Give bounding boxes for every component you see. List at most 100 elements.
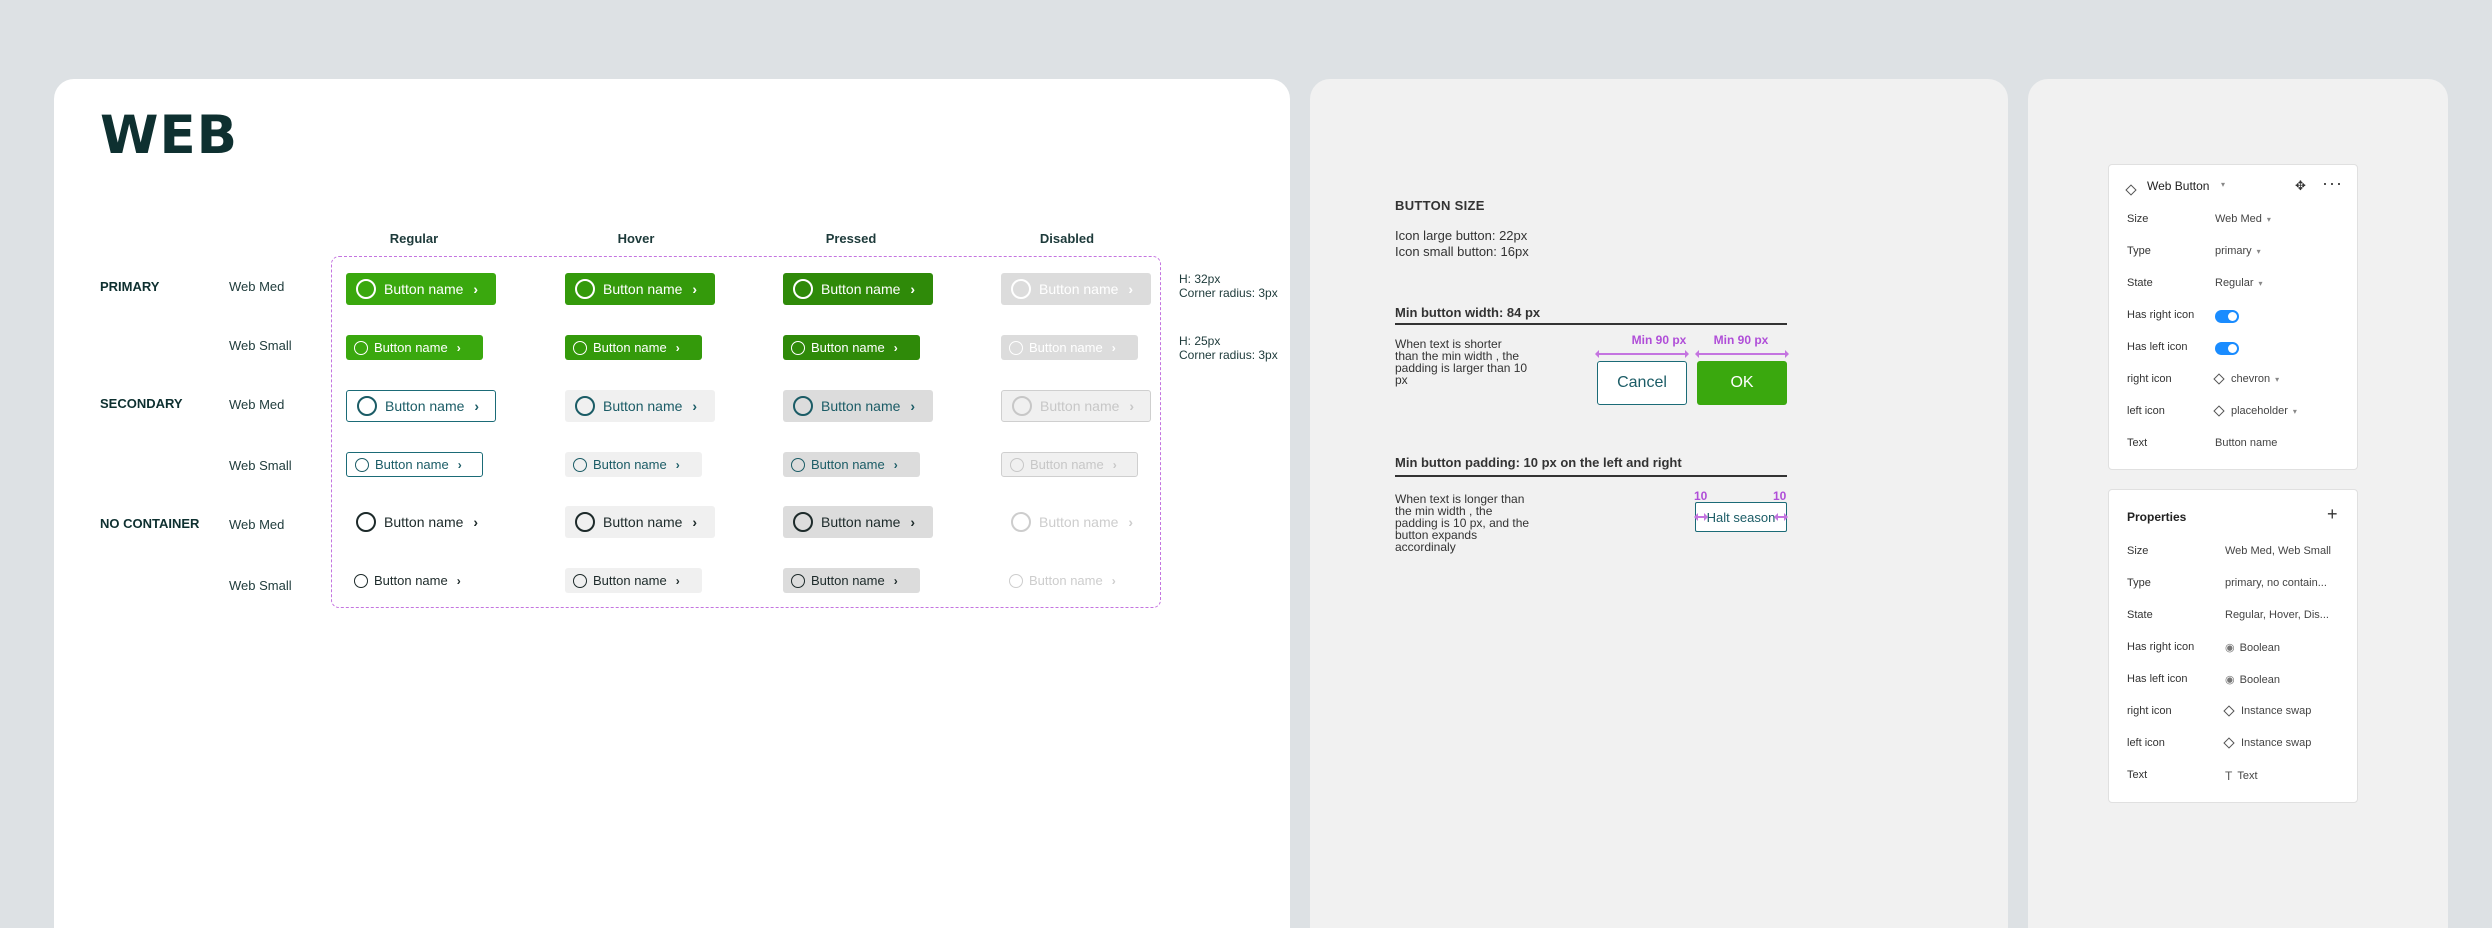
cancel-button[interactable]: Cancel [1597, 361, 1687, 405]
component-name[interactable]: Web Button [2147, 179, 2209, 193]
min-width-label: Min 90 px [1713, 333, 1769, 347]
component-icon [2213, 373, 2225, 385]
button-label: Button name [603, 281, 683, 297]
nocontainer-small-regular-button[interactable]: Button name › [346, 568, 483, 593]
button-label: Button name [603, 514, 683, 530]
toggle-switch[interactable] [2215, 310, 2239, 323]
secondary-med-regular-button[interactable]: Button name › [346, 390, 496, 422]
eye-icon: ◉ [2225, 674, 2235, 686]
chevron-right-icon: › [1129, 398, 1135, 414]
chevron-down-icon: ▾ [2256, 246, 2261, 256]
secondary-small-pressed-button[interactable]: Button name › [783, 452, 920, 477]
primary-small-pressed-button[interactable]: Button name › [783, 335, 920, 360]
primary-med-regular-button[interactable]: Button name › [346, 273, 496, 305]
primary-small-hover-button[interactable]: Button name › [565, 335, 702, 360]
prop-value[interactable]: Regular, Hover, Dis... [2225, 609, 2329, 621]
go-to-main-component-icon[interactable]: ✥ [2295, 178, 2306, 194]
chevron-right-icon: › [1128, 281, 1134, 297]
state-select[interactable]: Regular ▾ [2215, 277, 2263, 289]
prop-label: Text [2127, 769, 2148, 781]
placeholder-icon [793, 512, 813, 532]
min-padding-description: When text is longer than the min width ,… [1395, 493, 1529, 553]
prop-label: Type [2127, 577, 2151, 589]
secondary-small-disabled-button: Button name › [1001, 452, 1138, 477]
placeholder-icon [573, 340, 587, 355]
button-label: Button name [1030, 457, 1104, 472]
button-label: Button name [384, 281, 464, 297]
prop-label: right icon [2127, 705, 2172, 717]
add-property-icon[interactable]: + [2327, 504, 2338, 525]
button-label: Button name [1039, 514, 1119, 530]
chevron-right-icon: › [675, 340, 680, 355]
chevron-down-icon[interactable]: ▾ [2221, 180, 2225, 189]
ok-button[interactable]: OK [1697, 361, 1787, 405]
placeholder-icon [1009, 573, 1023, 588]
toggle-switch[interactable] [2215, 342, 2239, 355]
placeholder-icon [575, 279, 595, 299]
med-height-note: H: 32px [1179, 272, 1221, 286]
prop-value[interactable]: Instance swap [2223, 705, 2311, 717]
small-height-note: H: 25px [1179, 334, 1221, 348]
button-label: Button name [811, 573, 885, 588]
value-text: Boolean [2239, 641, 2280, 654]
desc-line: padding is larger than 10 [1395, 361, 1528, 375]
type-select[interactable]: primary ▾ [2215, 245, 2261, 257]
value-text: Boolean [2239, 673, 2280, 686]
prop-value[interactable]: Instance swap [2223, 737, 2311, 749]
nocontainer-med-regular-button[interactable]: Button name › [346, 506, 496, 538]
column-header-disabled: Disabled [1039, 231, 1095, 246]
prop-value[interactable]: Web Med, Web Small [2225, 545, 2331, 557]
chevron-right-icon: › [910, 398, 916, 414]
row-size-label: Web Small [229, 578, 292, 593]
primary-med-pressed-button[interactable]: Button name › [783, 273, 933, 305]
right-icon-swap[interactable]: chevron ▾ [2213, 373, 2279, 385]
secondary-small-regular-button[interactable]: Button name › [346, 452, 483, 477]
prop-value[interactable]: ◉ Boolean [2225, 673, 2280, 687]
placeholder-icon [575, 396, 595, 416]
chevron-right-icon: › [675, 457, 680, 472]
chevron-right-icon: › [456, 573, 461, 588]
button-label: Button name [821, 398, 901, 414]
secondary-med-hover-button[interactable]: Button name › [565, 390, 715, 422]
button-label: Button name [821, 281, 901, 297]
small-spec-note: H: 25px Corner radius: 3px [1179, 334, 1278, 362]
nocontainer-med-hover-button[interactable]: Button name › [565, 506, 715, 538]
chevron-down-icon: ▾ [2258, 278, 2263, 288]
row-size-label: Web Med [229, 397, 285, 412]
chevron-right-icon: › [893, 457, 898, 472]
padding-right-label: 10 [1773, 489, 1787, 503]
has-left-icon-toggle[interactable] [2215, 342, 2239, 355]
icon-size-notes: Icon large button: 22px Icon small butto… [1395, 228, 1529, 260]
placeholder-icon [1011, 279, 1031, 299]
prop-value[interactable]: ◉ Boolean [2225, 641, 2280, 655]
select-value: Regular [2215, 277, 2254, 289]
placeholder-icon [791, 457, 805, 472]
prop-label: left icon [2127, 737, 2165, 749]
prop-value[interactable]: primary, no contain... [2225, 577, 2327, 589]
nocontainer-small-hover-button[interactable]: Button name › [565, 568, 702, 593]
left-icon-swap[interactable]: placeholder ▾ [2213, 405, 2297, 417]
size-select[interactable]: Web Med ▾ [2215, 213, 2271, 225]
secondary-small-hover-button[interactable]: Button name › [565, 452, 702, 477]
divider [1395, 323, 1787, 325]
primary-small-regular-button[interactable]: Button name › [346, 335, 483, 360]
eye-icon: ◉ [2225, 642, 2235, 654]
chevron-right-icon: › [457, 457, 462, 472]
more-options-icon[interactable]: ··· [2322, 173, 2343, 194]
row-size-label: Web Med [229, 517, 285, 532]
nocontainer-small-pressed-button[interactable]: Button name › [783, 568, 920, 593]
secondary-med-pressed-button[interactable]: Button name › [783, 390, 933, 422]
prop-value[interactable]: T Text [2225, 769, 2258, 783]
width-measure-line [1595, 350, 1689, 357]
nocontainer-med-pressed-button[interactable]: Button name › [783, 506, 933, 538]
row-type-no-container: NO CONTAINER [100, 516, 200, 531]
width-measure-line [1695, 350, 1789, 357]
chevron-right-icon: › [456, 340, 461, 355]
chevron-right-icon: › [692, 398, 698, 414]
has-right-icon-toggle[interactable] [2215, 310, 2239, 323]
text-value[interactable]: Button name [2215, 437, 2277, 449]
select-value: chevron [2231, 373, 2271, 385]
placeholder-icon [1011, 512, 1031, 532]
nocontainer-med-disabled-button: Button name › [1001, 506, 1151, 538]
primary-med-hover-button[interactable]: Button name › [565, 273, 715, 305]
